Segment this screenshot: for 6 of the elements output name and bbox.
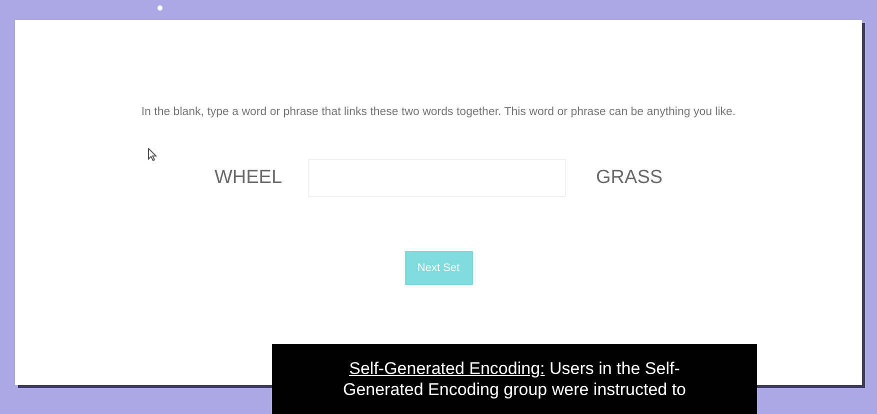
next-set-button[interactable]: Next Set bbox=[404, 251, 472, 285]
instruction-text: In the blank, type a word or phrase that links these two words together. This word or phrase can be anything you like. bbox=[141, 106, 736, 118]
right-word: GRASS bbox=[596, 167, 663, 189]
cursor-icon bbox=[148, 148, 157, 161]
caption-text: Self-Generated Encoding: Users in the Self-Generated Encoding group were instructed to bbox=[342, 358, 688, 400]
left-word: WHEEL bbox=[214, 167, 282, 189]
